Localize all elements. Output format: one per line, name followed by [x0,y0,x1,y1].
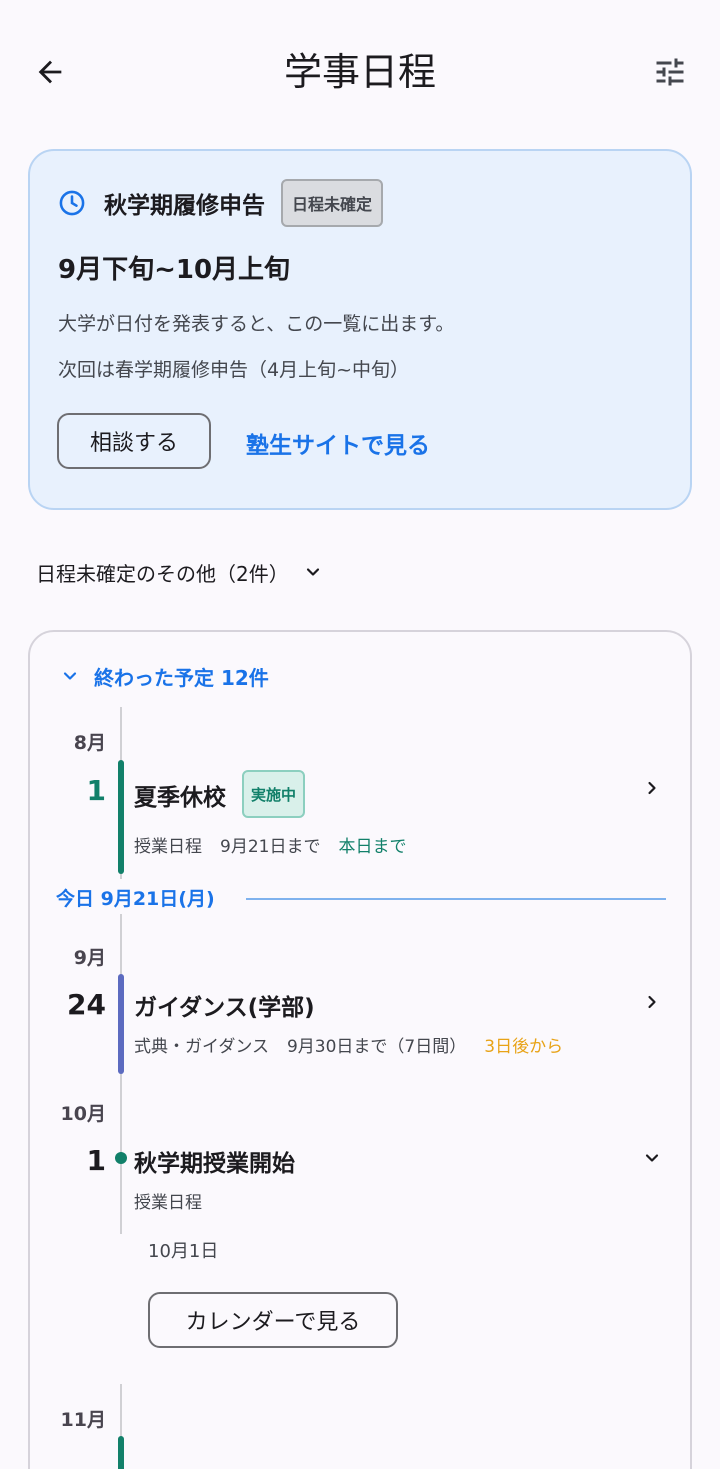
chevron-down-icon [63,672,77,680]
month-label: 8月 [73,732,106,754]
notice-header: 秋学期履修申告 日程未確定 [58,179,384,227]
event-category: 式典・ガイダンス [134,1037,269,1057]
event-title: 秋学期授業開始 [134,1151,295,1177]
day-number: 24 [67,988,106,1021]
past-events-label: 終わった予定 12件 [94,665,269,690]
event-title: ガイダンス(学部) [134,995,315,1021]
view-in-calendar-button[interactable]: カレンダーで見る [148,1292,398,1348]
event-category: 授業日程 [134,1193,202,1213]
month-label: 10月 [60,1103,106,1125]
chevron-down-icon [645,1154,659,1162]
other-undetermined-toggle[interactable]: 日程未確定のその他（2件） [36,552,323,592]
event-date-detail: 10月1日 [148,1241,219,1262]
event-status: 本日まで [338,837,407,857]
today-label: 今日 9月21日(月) [56,888,215,910]
event-title: 夏季休校 [134,785,226,811]
undetermined-schedule-card: 秋学期履修申告 日程未確定 9月下旬~10月上旬 大学が日付を発表すると、この一… [28,149,692,510]
past-events-toggle[interactable]: 終わった予定 12件 [60,660,269,692]
event-meta: 授業日程 9月21日まで 本日まで [134,832,406,857]
today-line [246,898,666,900]
event-end-date: 9月30日まで（7日間） [286,1037,467,1057]
event-status: 3日後から [484,1037,564,1057]
clock-icon [59,190,85,216]
notice-description: 大学が日付を発表すると、この一覧に出ます。 [58,313,455,335]
consult-button[interactable]: 相談する [57,413,211,469]
day-number: 1 [86,774,106,807]
notice-title: 秋学期履修申告 [104,193,265,219]
event-end-date: 9月21日まで [220,837,321,857]
timeline-rail [120,914,122,1234]
timeline-card: 終わった予定 12件 8月 1 夏季休校 実施中 授業日程 9月21日まで 本日まで… [28,630,692,1469]
pending-badge: 日程未確定 [281,179,384,227]
day-number: 1 [86,1144,106,1177]
other-undetermined-label: 日程未確定のその他（2件） [36,561,289,586]
month-label: 9月 [73,947,106,969]
today-marker: 今日 9月21日(月) [56,884,668,914]
page-title: 学事日程 [283,50,436,94]
event-dot [115,1152,127,1164]
student-site-link[interactable]: 塾生サイトで見る [246,426,430,460]
app-bar: 学事日程 [0,0,720,145]
chevron-down-icon [306,568,319,576]
event-category: 授業日程 [134,837,202,857]
tune-icon [656,58,684,86]
chevron-right-icon [648,781,656,795]
notice-date-range: 9月下旬~10月上旬 [58,255,291,285]
status-badge: 実施中 [242,770,306,818]
event-duration-bar [118,760,124,874]
filter-button[interactable] [646,48,694,96]
event-duration-bar [118,974,124,1074]
event-duration-bar [118,1436,124,1469]
month-label: 11月 [60,1409,106,1431]
chevron-right-icon [648,995,656,1009]
event-meta: 式典・ガイダンス 9月30日まで（7日間） 3日後から [134,1032,563,1057]
notice-next-occurrence: 次回は春学期履修申告（4月上旬~中旬） [58,359,410,381]
